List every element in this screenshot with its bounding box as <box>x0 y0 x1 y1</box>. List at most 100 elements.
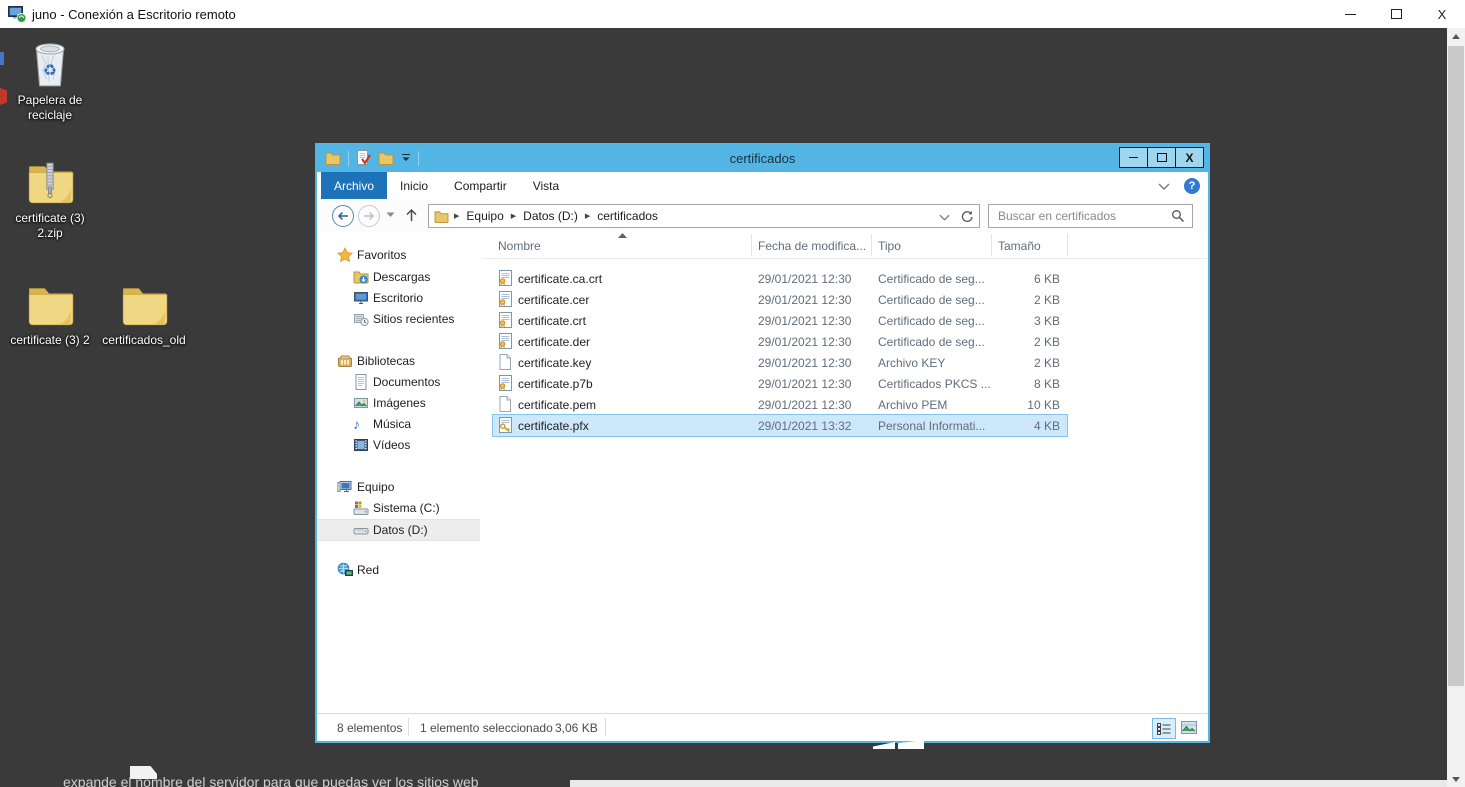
certificate-key-file-icon <box>497 417 513 433</box>
column-header-tipo[interactable]: Tipo <box>878 239 901 253</box>
desktop-icon-label: certificate (3) 2 <box>2 333 98 348</box>
up-button[interactable] <box>404 207 419 223</box>
generic-file-icon <box>497 396 513 412</box>
file-row-certificate-crt[interactable]: certificate.crt 29/01/2021 12:30 Certifi… <box>493 310 1067 331</box>
file-row-certificate-pfx-selected[interactable]: certificate.pfx 29/01/2021 13:32 Persona… <box>492 414 1068 437</box>
sidebar-item-sistema-c[interactable]: Sistema (C:) <box>317 498 480 518</box>
certificate-file-icon <box>497 270 513 286</box>
recent-locations-dropdown-icon[interactable] <box>386 212 395 218</box>
desktop-icon-zip[interactable]: certificate (3) 2.zip <box>2 158 98 241</box>
desktop-icon-folder-certificados-old[interactable]: certificados_old <box>96 280 192 348</box>
forward-arrow-icon <box>362 210 376 222</box>
explorer-main: Favoritos Descargas Escritorio Sitios re… <box>317 232 1208 714</box>
scrollbar-thumb[interactable] <box>1448 46 1464 686</box>
computer-icon <box>337 479 353 495</box>
address-bar[interactable]: ▶ Equipo ▶ Datos (D:) ▶ certificados <box>428 204 980 228</box>
desktop-icon <box>353 290 369 306</box>
explorer-minimize-button[interactable] <box>1119 147 1148 168</box>
column-divider[interactable] <box>871 234 872 256</box>
rdp-close-button[interactable]: X <box>1419 0 1465 28</box>
back-button[interactable] <box>332 205 354 227</box>
sidebar-item-imagenes[interactable]: Imágenes <box>317 393 480 413</box>
chevron-up-icon <box>1452 34 1460 39</box>
rdp-maximize-button[interactable] <box>1373 0 1419 28</box>
sidebar-item-sitios-recientes[interactable]: Sitios recientes <box>317 309 480 329</box>
desktop-icon-folder-certificate-3-2[interactable]: certificate (3) 2 <box>2 280 98 348</box>
server-logo-fragment <box>873 740 929 749</box>
file-row-certificate-cer[interactable]: certificate.cer 29/01/2021 12:30 Certifi… <box>493 289 1067 310</box>
rdp-minimize-button[interactable] <box>1327 0 1373 28</box>
status-bar: 8 elementos 1 elemento seleccionado 3,06… <box>317 713 1208 741</box>
column-divider[interactable] <box>1067 234 1068 256</box>
sidebar-item-bibliotecas[interactable]: Bibliotecas <box>317 351 480 371</box>
breadcrumb-datos-d[interactable]: Datos (D:) <box>521 209 580 223</box>
tab-vista[interactable]: Vista <box>520 172 572 199</box>
explorer-close-button[interactable]: X <box>1175 147 1204 168</box>
document-icon <box>353 374 369 390</box>
sidebar-item-escritorio[interactable]: Escritorio <box>317 288 480 308</box>
sidebar-item-musica[interactable]: ♪ Música <box>317 414 480 434</box>
svg-text:♻: ♻ <box>43 62 57 79</box>
certificate-file-icon <box>497 375 513 391</box>
clipped-bottom-text: expande el nombre del servidor para que … <box>63 774 479 787</box>
search-icon[interactable] <box>1171 209 1185 223</box>
sidebar-item-red[interactable]: Red <box>317 560 480 580</box>
tab-inicio[interactable]: Inicio <box>387 172 441 199</box>
sidebar-item-descargas[interactable]: Descargas <box>317 267 480 287</box>
rdp-vertical-scrollbar[interactable] <box>1447 28 1465 787</box>
item-count: 8 elementos <box>337 721 402 735</box>
breadcrumb-separator-icon: ▶ <box>506 212 521 220</box>
file-row-certificate-pem[interactable]: certificate.pem 29/01/2021 12:30 Archivo… <box>493 394 1067 415</box>
generic-file-icon <box>497 354 513 370</box>
breadcrumb-separator-icon: ▶ <box>449 212 464 220</box>
scroll-down-button[interactable] <box>1447 771 1465 787</box>
collapse-ribbon-icon[interactable] <box>1158 183 1170 190</box>
sidebar-item-documentos[interactable]: Documentos <box>317 372 480 392</box>
scroll-up-button[interactable] <box>1447 28 1465 44</box>
sort-ascending-icon <box>618 233 627 238</box>
file-list: Nombre Fecha de modifica... Tipo Tamaño … <box>482 232 1208 714</box>
desktop-icon-label: certificados_old <box>96 333 192 348</box>
search-box[interactable]: Buscar en certificados <box>988 204 1193 228</box>
star-icon <box>337 247 353 263</box>
location-folder-icon <box>434 210 449 223</box>
forward-button[interactable] <box>358 205 380 227</box>
thumbnail-view-button[interactable] <box>1178 718 1200 737</box>
column-header-tamano[interactable]: Tamaño <box>998 239 1041 253</box>
sidebar-item-favoritos[interactable]: Favoritos <box>317 245 480 265</box>
file-row-certificate-ca-crt[interactable]: certificate.ca.crt 29/01/2021 12:30 Cert… <box>493 268 1067 289</box>
recent-places-icon <box>353 311 369 327</box>
breadcrumb-equipo[interactable]: Equipo <box>464 209 505 223</box>
address-dropdown-icon[interactable] <box>939 214 950 221</box>
zip-folder-icon <box>25 158 75 208</box>
rdp-client-window: juno - Conexión a Escritorio remoto X ♻ … <box>0 0 1465 787</box>
sidebar-item-videos[interactable]: Vídeos <box>317 435 480 455</box>
explorer-window-title: certificados <box>317 151 1208 166</box>
libraries-icon <box>337 353 353 369</box>
file-row-certificate-key[interactable]: certificate.key 29/01/2021 12:30 Archivo… <box>493 352 1067 373</box>
explorer-maximize-button[interactable] <box>1147 147 1176 168</box>
tab-compartir[interactable]: Compartir <box>441 172 520 199</box>
refresh-icon[interactable] <box>960 210 974 224</box>
column-header-nombre[interactable]: Nombre <box>498 239 541 253</box>
recycle-bin-icon: ♻ <box>25 38 75 90</box>
selection-count: 1 elemento seleccionado <box>420 721 553 735</box>
navigation-pane: Favoritos Descargas Escritorio Sitios re… <box>317 232 480 714</box>
maximize-icon <box>1157 153 1167 162</box>
music-icon: ♪ <box>353 416 360 432</box>
file-row-certificate-p7b[interactable]: certificate.p7b 29/01/2021 12:30 Certifi… <box>493 373 1067 394</box>
tab-archivo[interactable]: Archivo <box>321 172 387 199</box>
help-icon[interactable]: ? <box>1184 178 1200 194</box>
details-view-button[interactable] <box>1152 718 1176 739</box>
desktop-icon-recycle-bin[interactable]: ♻ Papelera de reciclaje <box>2 38 98 123</box>
column-header-fecha[interactable]: Fecha de modifica... <box>758 239 866 253</box>
file-row-certificate-der[interactable]: certificate.der 29/01/2021 12:30 Certifi… <box>493 331 1067 352</box>
status-divider <box>408 718 409 736</box>
bottom-edge-band <box>570 780 1447 787</box>
explorer-titlebar: certificados X <box>317 145 1208 172</box>
sidebar-item-datos-d[interactable]: Datos (D:) <box>317 519 480 541</box>
column-divider[interactable] <box>991 234 992 256</box>
column-divider[interactable] <box>751 234 752 256</box>
sidebar-item-equipo[interactable]: Equipo <box>317 477 480 497</box>
breadcrumb-certificados[interactable]: certificados <box>595 209 660 223</box>
